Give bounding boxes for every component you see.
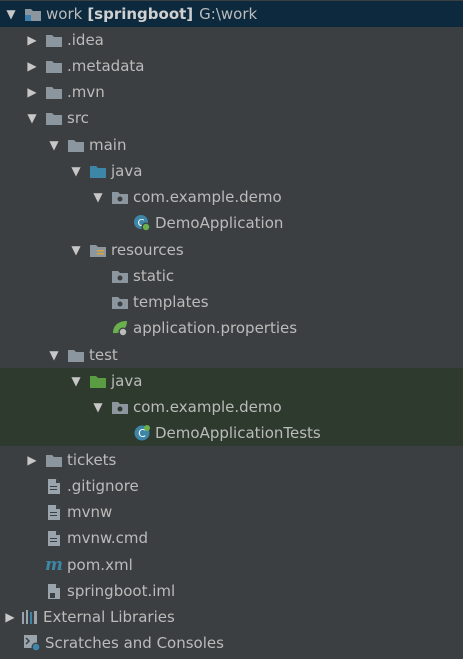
item-label: main: [89, 136, 127, 154]
tree-item-static[interactable]: static: [0, 263, 463, 289]
tree-item-templates[interactable]: templates: [0, 289, 463, 315]
item-label: DemoApplication: [155, 214, 284, 232]
tree-item-springboot-iml[interactable]: springboot.iml: [0, 578, 463, 604]
spring-boot-class-icon: C: [133, 214, 151, 232]
project-tree: ▼ work [springboot] G:\work ▶ .idea ▶ .m…: [0, 0, 463, 659]
tree-item-main-package[interactable]: ▼ com.example.demo: [0, 184, 463, 210]
tree-item-resources[interactable]: ▼ resources: [0, 237, 463, 263]
folder-icon: [45, 451, 63, 469]
module-folder-icon: [24, 5, 42, 23]
expanded-arrow-icon[interactable]: ▼: [68, 368, 84, 394]
item-label: mvnw: [67, 503, 113, 521]
folder-icon: [45, 83, 63, 101]
file-icon: [45, 503, 63, 521]
item-label: java: [111, 162, 143, 180]
item-label: resources: [111, 241, 184, 259]
collapsed-arrow-icon[interactable]: ▶: [24, 79, 40, 105]
folder-icon: [45, 57, 63, 75]
tree-item-mvn[interactable]: ▶ .mvn: [0, 79, 463, 105]
root-module-name: [springboot]: [87, 5, 194, 23]
tree-item-scratches-and-consoles[interactable]: Scratches and Consoles: [0, 630, 463, 656]
root-path: G:\work: [199, 5, 258, 23]
tree-item-gitignore[interactable]: .gitignore: [0, 473, 463, 499]
item-label: Scratches and Consoles: [45, 634, 224, 652]
expanded-arrow-icon[interactable]: ▼: [46, 342, 62, 368]
tree-item-external-libraries[interactable]: ▶ External Libraries: [0, 604, 463, 630]
item-label: templates: [133, 293, 209, 311]
tree-item-test-package[interactable]: ▼ com.example.demo: [0, 394, 463, 420]
expanded-arrow-icon[interactable]: ▼: [24, 105, 40, 131]
file-icon: [45, 529, 63, 547]
resources-root-icon: [89, 241, 107, 259]
expanded-arrow-icon[interactable]: ▼: [90, 394, 106, 420]
item-label: .metadata: [67, 57, 145, 75]
folder-icon: [45, 109, 63, 127]
item-label: src: [67, 109, 89, 127]
tree-item-test-java[interactable]: ▼ java: [0, 368, 463, 394]
tree-item-main-java[interactable]: ▼ java: [0, 158, 463, 184]
collapsed-arrow-icon[interactable]: ▶: [24, 27, 40, 53]
collapsed-arrow-icon[interactable]: ▶: [24, 447, 40, 473]
item-label: static: [133, 267, 175, 285]
tree-root-work[interactable]: ▼ work [springboot] G:\work: [0, 1, 463, 27]
item-label: com.example.demo: [133, 398, 282, 416]
tree-item-idea[interactable]: ▶ .idea: [0, 27, 463, 53]
tree-item-src[interactable]: ▼ src: [0, 105, 463, 131]
item-label: .idea: [67, 31, 104, 49]
test-root-icon: [89, 372, 107, 390]
package-icon: [111, 398, 129, 416]
tree-item-demo-application[interactable]: C DemoApplication: [0, 210, 463, 236]
tree-item-mvnw-cmd[interactable]: mvnw.cmd: [0, 525, 463, 551]
scratches-icon: [23, 634, 41, 652]
package-icon: [111, 267, 129, 285]
tree-item-test[interactable]: ▼ test: [0, 342, 463, 368]
item-label: .gitignore: [67, 477, 139, 495]
expanded-arrow-icon[interactable]: ▼: [3, 1, 19, 27]
tree-item-mvnw[interactable]: mvnw: [0, 499, 463, 525]
expanded-arrow-icon[interactable]: ▼: [90, 184, 106, 210]
folder-icon: [67, 136, 85, 154]
item-label: pom.xml: [67, 556, 133, 574]
item-label: mvnw.cmd: [67, 529, 149, 547]
tree-item-pom-xml[interactable]: m pom.xml: [0, 552, 463, 578]
tree-item-application-properties[interactable]: application.properties: [0, 315, 463, 341]
expanded-arrow-icon[interactable]: ▼: [68, 158, 84, 184]
item-label: .mvn: [67, 83, 105, 101]
folder-icon: [67, 346, 85, 364]
collapsed-arrow-icon[interactable]: ▶: [2, 604, 18, 630]
class-icon: C: [133, 424, 151, 442]
root-name: work: [46, 5, 83, 23]
tree-item-metadata[interactable]: ▶ .metadata: [0, 53, 463, 79]
maven-icon: m: [45, 555, 63, 575]
item-label: test: [89, 346, 118, 364]
item-label: java: [111, 372, 143, 390]
item-label: application.properties: [133, 319, 298, 337]
item-label: DemoApplicationTests: [155, 424, 321, 442]
tree-item-tickets[interactable]: ▶ tickets: [0, 447, 463, 473]
expanded-arrow-icon[interactable]: ▼: [68, 237, 84, 263]
source-root-icon: [89, 162, 107, 180]
iml-file-icon: [45, 582, 63, 600]
tree-item-demo-application-tests[interactable]: C DemoApplicationTests: [0, 420, 463, 446]
folder-icon: [45, 31, 63, 49]
package-icon: [111, 293, 129, 311]
tree-item-main[interactable]: ▼ main: [0, 132, 463, 158]
spring-properties-icon: [111, 319, 129, 337]
item-label: tickets: [67, 451, 117, 469]
item-label: springboot.iml: [67, 582, 176, 600]
package-icon: [111, 188, 129, 206]
expanded-arrow-icon[interactable]: ▼: [46, 132, 62, 158]
file-icon: [45, 477, 63, 495]
collapsed-arrow-icon[interactable]: ▶: [24, 53, 40, 79]
item-label: com.example.demo: [133, 188, 282, 206]
libraries-icon: [21, 608, 39, 626]
item-label: External Libraries: [43, 608, 175, 626]
